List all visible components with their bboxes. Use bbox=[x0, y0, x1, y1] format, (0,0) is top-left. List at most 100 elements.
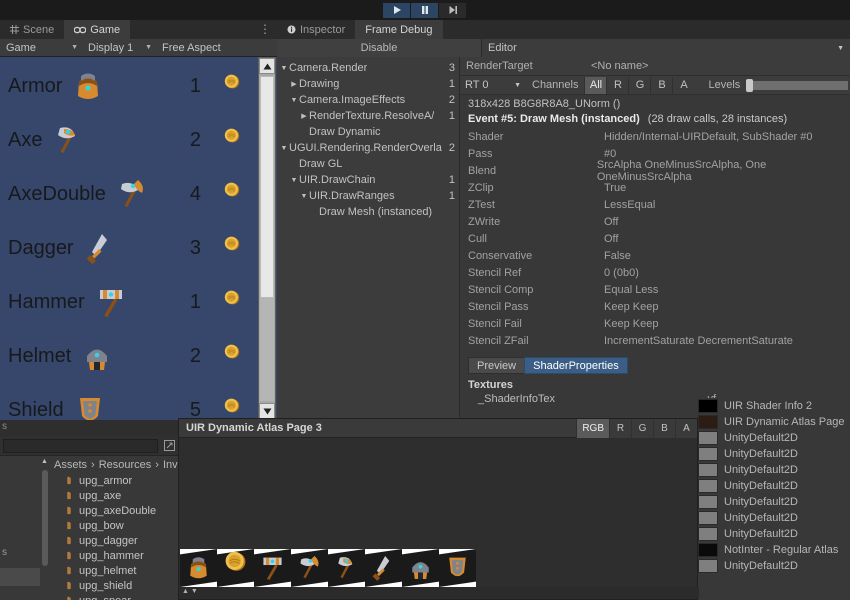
game-panel-menu-icon[interactable]: ⋮ bbox=[259, 23, 271, 35]
search-input[interactable] bbox=[3, 439, 158, 453]
inventory-item-row[interactable]: AxeDouble4 bbox=[0, 167, 258, 221]
texture-list-row[interactable]: UIR Shader Info 2 bbox=[698, 398, 850, 414]
tab-scene[interactable]: Scene bbox=[0, 20, 64, 39]
atlas-channel-button-rgb[interactable]: RGB bbox=[576, 419, 609, 438]
atlas-channel-button-r[interactable]: R bbox=[609, 419, 631, 438]
chevron-down-icon[interactable]: ▼ bbox=[289, 97, 299, 104]
channel-button-g[interactable]: G bbox=[628, 77, 650, 94]
texture-list[interactable]: UIR Shader Info 2UIR Dynamic Atlas PageU… bbox=[698, 398, 850, 588]
scrollbar-thumb[interactable] bbox=[42, 470, 48, 566]
scroll-up-button[interactable] bbox=[259, 58, 275, 74]
project-panel-scrollbar[interactable]: ▲ bbox=[40, 456, 50, 600]
project-file-row[interactable]: upg_armor bbox=[50, 473, 180, 488]
atlas-channel-button-g[interactable]: G bbox=[631, 419, 653, 438]
project-file-list[interactable]: upg_armorupg_axeupg_axeDoubleupg_bowupg_… bbox=[50, 473, 180, 600]
frame-event-tree-row[interactable]: Draw Dynamic bbox=[277, 124, 459, 140]
picker-icon[interactable] bbox=[161, 439, 177, 453]
inventory-item-row[interactable]: Dagger3 bbox=[0, 221, 258, 275]
frame-event-tree-row[interactable]: Draw Mesh (instanced) bbox=[277, 204, 459, 220]
shader-properties-tab-button[interactable]: ShaderProperties bbox=[524, 357, 628, 374]
scrollbar-thumb[interactable] bbox=[260, 76, 274, 298]
chevron-down-icon[interactable]: ▼ bbox=[279, 65, 289, 72]
texture-list-row[interactable]: UnityDefault2D bbox=[698, 558, 850, 574]
channel-button-a[interactable]: A bbox=[672, 77, 694, 94]
project-file-row[interactable]: upg_bow bbox=[50, 518, 180, 533]
channel-button-r[interactable]: R bbox=[606, 77, 628, 94]
frame-event-tree-row[interactable]: Draw GL bbox=[277, 156, 459, 172]
tab-inspector[interactable]: Inspector bbox=[277, 20, 355, 39]
scroll-up-icon[interactable]: ▲ bbox=[41, 458, 48, 465]
rt-index-dropdown[interactable]: RT 0 ▼ bbox=[460, 77, 526, 94]
breadcrumb-item[interactable]: Resources bbox=[99, 459, 152, 471]
texture-list-row[interactable]: UnityDefault2D bbox=[698, 494, 850, 510]
project-file-row[interactable]: upg_shield bbox=[50, 578, 180, 593]
texture-list-row[interactable]: UnityDefault2D bbox=[698, 446, 850, 462]
levels-slider[interactable] bbox=[746, 81, 848, 90]
chevron-down-icon[interactable]: ▼ bbox=[289, 177, 299, 184]
atlas-sprite-cell bbox=[365, 549, 402, 587]
channel-button-b[interactable]: B bbox=[650, 77, 672, 94]
chevron-down-icon[interactable]: ▼ bbox=[299, 193, 309, 200]
preview-tab-button[interactable]: Preview bbox=[468, 357, 525, 374]
target-dropdown[interactable]: Editor ▼ bbox=[482, 39, 850, 57]
project-file-row[interactable]: upg_helmet bbox=[50, 563, 180, 578]
atlas-preview-canvas[interactable]: ▲▼ bbox=[179, 438, 697, 599]
chevron-down-icon[interactable]: ▼ bbox=[279, 145, 289, 152]
favorites-selected-row[interactable] bbox=[0, 568, 40, 586]
frame-event-tree-row[interactable]: ▼Camera.Render3 bbox=[277, 60, 459, 76]
breadcrumb-item[interactable]: Assets bbox=[54, 459, 87, 471]
frame-event-tree-row[interactable]: ▶RenderTexture.ResolveA/1 bbox=[277, 108, 459, 124]
game-view-canvas[interactable]: Armor1Axe2AxeDouble4Dagger3Hammer1Helmet… bbox=[0, 57, 277, 420]
texture-list-row[interactable]: UnityDefault2D bbox=[698, 430, 850, 446]
inventory-item-row[interactable]: Hammer1 bbox=[0, 275, 258, 329]
frame-event-tree-row[interactable]: ▼Camera.ImageEffects2 bbox=[277, 92, 459, 108]
shader-state-row: Stencil FailKeep Keep bbox=[460, 315, 850, 332]
project-file-row[interactable]: upg_axe bbox=[50, 488, 180, 503]
pause-button[interactable] bbox=[411, 3, 439, 18]
texture-list-row[interactable]: NotInter - Regular Atlas bbox=[698, 542, 850, 558]
inventory-scrollbar[interactable] bbox=[258, 57, 276, 420]
inventory-item-row[interactable]: Shield5 bbox=[0, 383, 258, 420]
texture-property-row[interactable]: _ShaderInfoTex vf bbox=[460, 391, 722, 406]
atlas-scroll-arrows-icon[interactable]: ▲▼ bbox=[182, 588, 200, 595]
display-dropdown[interactable]: Display 1 ▼ bbox=[84, 40, 156, 55]
project-file-row[interactable]: upg_hammer bbox=[50, 548, 180, 563]
channel-button-all[interactable]: All bbox=[584, 77, 606, 94]
texture-list-row[interactable]: UIR Dynamic Atlas Page bbox=[698, 414, 850, 430]
disable-button[interactable]: Disable bbox=[277, 39, 482, 57]
frame-event-tree-row[interactable]: ▼UIR.DrawChain1 bbox=[277, 172, 459, 188]
inventory-item-quantity: 2 bbox=[175, 345, 201, 368]
frame-event-tree-row[interactable]: ▼UGUI.Rendering.RenderOverla2 bbox=[277, 140, 459, 156]
atlas-channel-button-b[interactable]: B bbox=[653, 419, 675, 438]
tab-frame-debug[interactable]: Frame Debug bbox=[355, 20, 442, 39]
scrollbar-track[interactable] bbox=[260, 298, 274, 401]
project-file-row[interactable]: upg_axeDouble bbox=[50, 503, 180, 518]
asset-icon bbox=[64, 550, 74, 561]
texture-list-row[interactable]: UnityDefault2D bbox=[698, 510, 850, 526]
project-file-row[interactable]: upg_spear bbox=[50, 593, 180, 600]
aspect-dropdown[interactable]: Free Aspect bbox=[158, 40, 225, 55]
frame-event-tree-row[interactable]: ▼UIR.DrawRanges1 bbox=[277, 188, 459, 204]
render-target-value: <No name> bbox=[591, 60, 648, 72]
atlas-sprite-strip bbox=[180, 549, 476, 587]
frame-event-tree-row[interactable]: ▶Drawing1 bbox=[277, 76, 459, 92]
tab-game[interactable]: Game bbox=[64, 20, 130, 39]
breadcrumb-item[interactable]: Inv bbox=[163, 459, 178, 471]
texture-list-row[interactable]: UnityDefault2D bbox=[698, 462, 850, 478]
project-file-row[interactable]: upg_dagger bbox=[50, 533, 180, 548]
inventory-item-row[interactable]: Axe2 bbox=[0, 113, 258, 167]
inventory-item-row[interactable]: Helmet2 bbox=[0, 329, 258, 383]
chevron-right-icon[interactable]: ▶ bbox=[289, 80, 299, 88]
texture-list-row[interactable]: UnityDefault2D bbox=[698, 526, 850, 542]
texture-list-row[interactable]: UnityDefault2D bbox=[698, 478, 850, 494]
levels-slider-knob[interactable] bbox=[746, 79, 753, 92]
step-button[interactable] bbox=[439, 3, 467, 18]
chevron-right-icon[interactable]: ▶ bbox=[299, 112, 309, 120]
game-view-mode-dropdown[interactable]: Game ▼ bbox=[2, 40, 82, 55]
breadcrumb[interactable]: Assets›Resources›Inv bbox=[50, 456, 180, 473]
inventory-item-row[interactable]: Armor1 bbox=[0, 59, 258, 113]
atlas-channel-button-a[interactable]: A bbox=[675, 419, 697, 438]
scroll-down-button[interactable] bbox=[259, 403, 275, 419]
play-button[interactable] bbox=[383, 3, 411, 18]
project-favorites-column[interactable]: s bbox=[0, 456, 40, 600]
